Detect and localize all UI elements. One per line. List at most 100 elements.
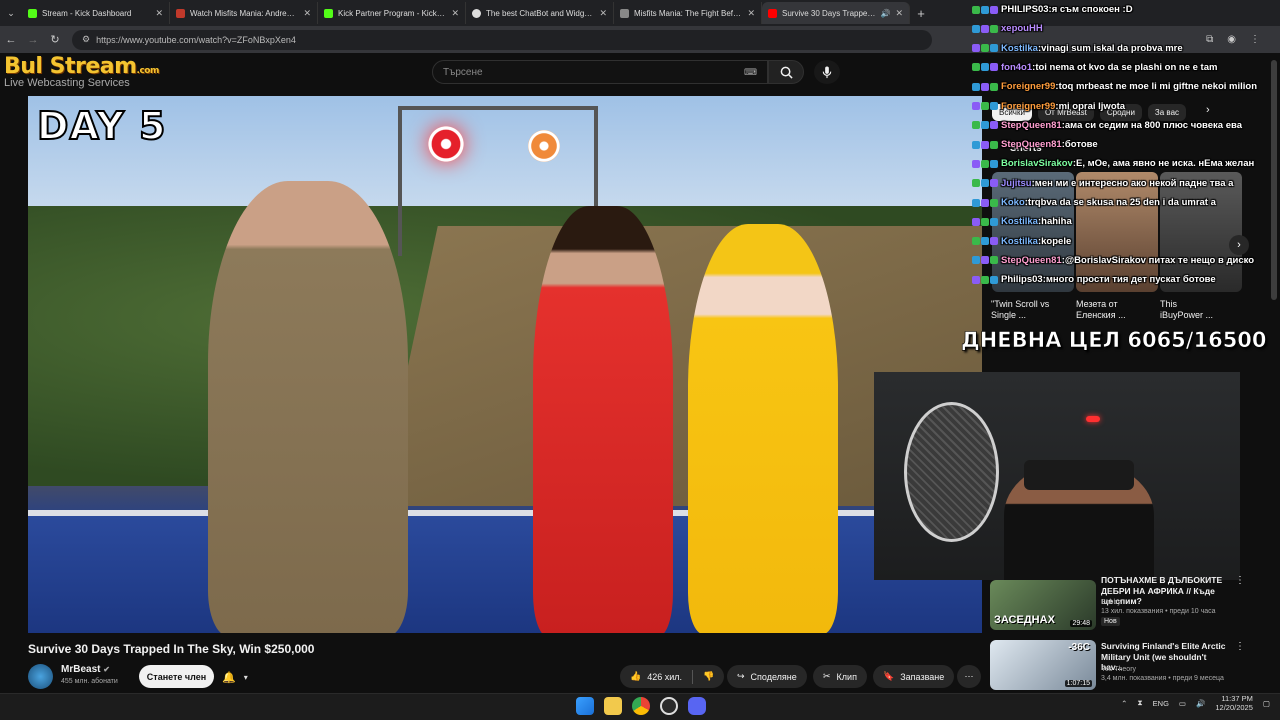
badge-icon	[990, 179, 998, 188]
more-actions-button[interactable]: ⋯	[957, 665, 981, 688]
tab-6-active[interactable]: Survive 30 Days Trapped In 🔊 ✕	[762, 2, 910, 24]
chat-message: Jujitsu : мен ми е интересно ако некой п…	[972, 174, 1280, 193]
chat-username[interactable]: BorislavSirakov	[1001, 158, 1073, 169]
chair-back	[1024, 460, 1134, 490]
chat-username[interactable]: Kostilka	[1001, 43, 1038, 54]
video-player[interactable]: DAY 5	[28, 96, 982, 633]
site-info-icon[interactable]: ⚙	[82, 34, 90, 45]
voice-search-button[interactable]	[814, 60, 840, 84]
like-dislike-button[interactable]: 👍 426 хил. 👎	[620, 665, 725, 688]
badge-icons	[972, 24, 998, 33]
share-button[interactable]: ↪ Споделяне	[727, 665, 807, 688]
close-icon[interactable]: ✕	[599, 8, 607, 19]
chrome-icon[interactable]	[632, 697, 650, 715]
badge-icon	[990, 275, 998, 284]
more-icon[interactable]: ⋮	[1235, 641, 1245, 652]
reload-icon[interactable]: ↻	[44, 33, 66, 46]
chat-username[interactable]: StepQueen81	[1001, 139, 1062, 150]
clock[interactable]: 11:37 PM 12/20/2025	[1215, 694, 1253, 712]
chat-username[interactable]: Kostilka	[1001, 236, 1038, 247]
badge-icon	[972, 5, 980, 14]
close-icon[interactable]: ✕	[747, 8, 755, 19]
page-scrollbar[interactable]	[1271, 60, 1277, 300]
chat-username[interactable]: StepQueen81	[1001, 120, 1062, 131]
chat-text: vinagi sum iskal da probva mre	[1041, 42, 1183, 54]
close-icon[interactable]: ✕	[451, 8, 459, 19]
tab-2[interactable]: Watch Misfits Mania: Andrew T ✕	[170, 2, 318, 24]
channel-avatar[interactable]	[28, 664, 53, 689]
chat-message: StepQueen81 : ботове	[972, 135, 1280, 154]
tab-5[interactable]: Misfits Mania: The Fight Before ✕	[614, 2, 762, 24]
stream-chat-overlay: PHILIPS03 : я съм спокоен :D xepouHH Kosti…	[972, 0, 1280, 290]
search-input[interactable]: Търсене ⌨	[432, 60, 768, 84]
badge-icon	[981, 102, 989, 110]
close-icon[interactable]: ✕	[303, 8, 311, 19]
close-icon[interactable]: ✕	[895, 8, 903, 19]
monitor-icon[interactable]: ▭	[1179, 699, 1186, 708]
short-title-2[interactable]: Мезета от Еленския ...	[1076, 299, 1136, 322]
chat-username[interactable]: Koko	[1001, 197, 1025, 208]
kick-icon	[324, 8, 333, 18]
language-indicator[interactable]: ENG	[1153, 699, 1169, 708]
chat-username[interactable]: Foreigner99	[1001, 81, 1055, 92]
microphone-icon	[822, 65, 832, 78]
badge-icon	[981, 5, 989, 14]
chat-text: hahiha	[1041, 216, 1072, 228]
chat-username[interactable]: Jujitsu	[1001, 178, 1032, 189]
badge-icons	[972, 256, 998, 265]
verified-icon: ✔	[103, 665, 110, 674]
badge-icons	[972, 63, 998, 72]
recommended-video-1[interactable]: ЗАСЕДНАХ 29:48 ПОТЪНАХМЕ В ДЪЛБОКИТЕ ДЕБ…	[990, 575, 1245, 635]
badge-icons	[972, 82, 998, 91]
tab-4[interactable]: The best ChatBot and Widgets ✕	[466, 2, 614, 24]
badge-icon	[981, 256, 989, 265]
new-tab-button[interactable]: +	[910, 6, 932, 21]
search-button[interactable]	[768, 60, 804, 84]
chat-username[interactable]: xepouHH	[1001, 23, 1043, 34]
badge-icons	[972, 5, 998, 14]
channel-name[interactable]: MrBeast ✔	[61, 664, 110, 675]
badge-icon	[972, 179, 980, 188]
badge-icon	[990, 44, 998, 53]
forward-icon[interactable]: →	[22, 34, 44, 46]
bell-icon: 🔔	[222, 671, 236, 684]
system-tray: ⌃ ⧗ ENG ▭ 🔊 11:37 PM 12/20/2025 ▢	[1121, 694, 1270, 712]
save-button[interactable]: 🔖 Запазване	[873, 665, 955, 688]
join-button[interactable]: Станете член	[139, 665, 214, 688]
clip-button[interactable]: ✂ Клип	[813, 665, 867, 688]
obs-icon[interactable]	[660, 697, 678, 715]
tab-search-icon[interactable]: ⌄	[0, 2, 22, 24]
dislike-icon[interactable]: 👎	[703, 671, 714, 682]
windows-start-icon[interactable]	[576, 697, 594, 715]
chat-username[interactable]: StepQueen81	[1001, 255, 1062, 266]
chat-text: я съм спокоен :D	[1051, 4, 1133, 15]
short-title-1[interactable]: "Twin Scroll vs Single ...	[991, 299, 1051, 322]
tab-1[interactable]: Stream - Kick Dashboard ✕	[22, 2, 170, 24]
youtube-icon	[768, 8, 777, 18]
file-explorer-icon[interactable]	[604, 697, 622, 715]
chat-username[interactable]: Foreigner99	[1001, 101, 1055, 112]
speaker-icon[interactable]: 🔊	[880, 9, 890, 18]
keyboard-icon[interactable]: ⌨	[744, 67, 757, 78]
back-icon[interactable]: ←	[0, 34, 22, 46]
badge-icon	[990, 5, 998, 14]
more-icon[interactable]: ⋮	[1235, 575, 1245, 586]
badge-icon	[972, 217, 980, 226]
volume-icon[interactable]: 🔊	[1196, 699, 1205, 708]
chat-username[interactable]: Philips03	[1001, 274, 1043, 285]
chat-username[interactable]: fon4o1	[1001, 62, 1032, 73]
close-icon[interactable]: ✕	[155, 8, 163, 19]
network-icon[interactable]: ⧗	[1137, 698, 1142, 708]
chat-message: xepouHH	[972, 19, 1280, 38]
discord-icon[interactable]	[688, 697, 706, 715]
chevron-up-icon[interactable]: ⌃	[1121, 699, 1127, 708]
tab-3[interactable]: Kick Partner Program - Kick Da ✕	[318, 2, 466, 24]
url-field[interactable]: ⚙ https://www.youtube.com/watch?v=ZFoNBx…	[72, 29, 932, 50]
short-title-3[interactable]: This iBuyPower ...	[1160, 299, 1220, 322]
recommended-video-2[interactable]: -36C 1:07:15 Surviving Finland's Elite A…	[990, 640, 1245, 692]
notifications-button[interactable]: 🔔 ▾	[222, 667, 262, 687]
chat-username[interactable]: Kostilka	[1001, 216, 1038, 227]
chat-username[interactable]: PHILIPS03	[1001, 4, 1049, 15]
badge-icon	[981, 121, 989, 130]
notification-icon[interactable]: ▢	[1263, 699, 1270, 708]
